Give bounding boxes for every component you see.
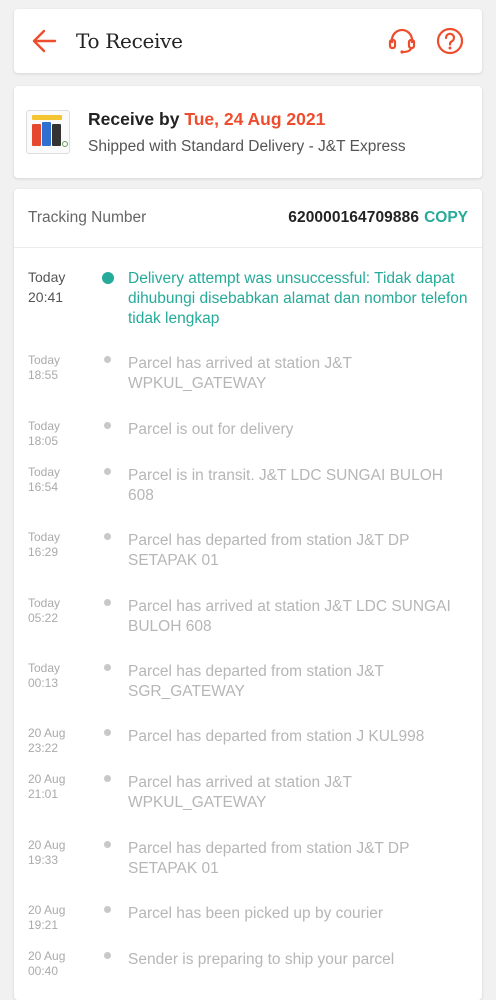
- event-time: 20 Aug 00:40: [28, 949, 66, 978]
- event-time: 20 Aug 23:22: [28, 726, 66, 755]
- receive-by-line: Receive by Tue, 24 Aug 2021: [88, 109, 406, 130]
- tracking-number: 620000164709886: [288, 209, 420, 226]
- timeline-dot: [102, 272, 114, 284]
- page-title: To Receive: [76, 29, 183, 53]
- timeline-dot: [104, 533, 111, 540]
- event-time: 20 Aug 21:01: [28, 772, 66, 801]
- event-description: Parcel has arrived at station J&T WPKUL_…: [128, 355, 352, 392]
- event-time: Today 18:55: [28, 353, 61, 382]
- shipping-method: Shipped with Standard Delivery - J&T Exp…: [88, 137, 406, 155]
- event-description: Parcel is in transit. J&T LDC SUNGAI BUL…: [128, 467, 443, 504]
- copy-button[interactable]: COPY: [424, 209, 468, 227]
- question-circle-icon: [436, 27, 464, 55]
- timeline-dot: [104, 356, 111, 363]
- event-description: Parcel has departed from station J&T DP …: [128, 532, 410, 569]
- event-description: Parcel is out for delivery: [128, 421, 294, 438]
- timeline-dot: [104, 906, 111, 913]
- tracking-card: Tracking Number 620000164709886 COPY Tod…: [14, 189, 482, 1000]
- event-description: Delivery attempt was unsuccessful: Tidak…: [128, 270, 468, 327]
- event-time: Today 16:29: [28, 530, 61, 559]
- timeline-dot: [104, 468, 111, 475]
- timeline-dot: [104, 952, 111, 959]
- timeline-dot: [104, 422, 111, 429]
- event-time: Today 05:22: [28, 596, 61, 625]
- delivery-card[interactable]: Receive by Tue, 24 Aug 2021 Shipped with…: [14, 86, 482, 178]
- receive-by-label: Receive by: [88, 108, 185, 129]
- event-description: Parcel has arrived at station J&T WPKUL_…: [128, 774, 352, 811]
- event-description: Sender is preparing to ship your parcel: [128, 951, 395, 968]
- receive-date: Tue, 24 Aug 2021: [184, 108, 326, 129]
- headset-icon: [388, 28, 416, 54]
- back-button[interactable]: [16, 9, 72, 73]
- event-description: Parcel has departed from station J&T DP …: [128, 840, 410, 877]
- delivery-info: Receive by Tue, 24 Aug 2021 Shipped with…: [88, 109, 406, 156]
- timeline-dot: [104, 664, 111, 671]
- tracking-number-row: Tracking Number 620000164709886 COPY: [14, 189, 482, 248]
- event-time: 20 Aug 19:33: [28, 838, 66, 867]
- support-button[interactable]: [378, 17, 426, 65]
- header-bar: To Receive: [14, 9, 482, 73]
- event-time: Today 00:13: [28, 661, 61, 690]
- event-description: Parcel has arrived at station J&T LDC SU…: [128, 598, 451, 635]
- product-thumbnail: [26, 110, 70, 154]
- timeline-dot: [104, 729, 111, 736]
- help-button[interactable]: [426, 17, 474, 65]
- timeline-dot: [104, 599, 111, 606]
- event-time: Today 18:05: [28, 419, 61, 448]
- event-time: Today 16:54: [28, 465, 61, 494]
- timeline-dot: [104, 841, 111, 848]
- timeline-dot: [104, 775, 111, 782]
- arrow-left-icon: [32, 29, 57, 53]
- event-time: Today 20:41: [28, 269, 66, 305]
- tracking-number-label: Tracking Number: [28, 209, 147, 226]
- event-description: Parcel has departed from station J&T SGR…: [128, 663, 384, 700]
- event-description: Parcel has been picked up by courier: [128, 905, 384, 922]
- event-time: 20 Aug 19:21: [28, 903, 66, 932]
- event-description: Parcel has departed from station J KUL99…: [128, 728, 425, 745]
